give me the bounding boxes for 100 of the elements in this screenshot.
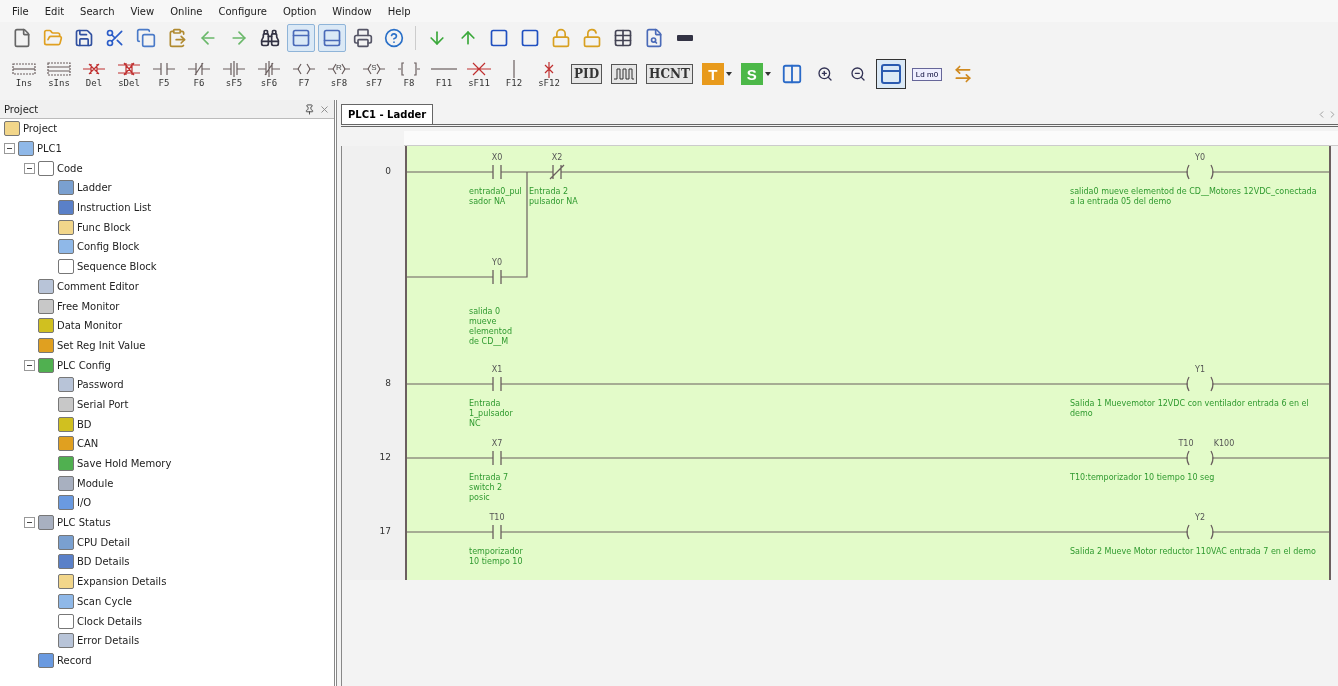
tree-item[interactable]: CAN <box>77 438 99 450</box>
coil-address: Y0 <box>1195 153 1205 162</box>
tree-node-icon <box>58 554 74 570</box>
tree-node-icon <box>58 396 74 412</box>
tree-item[interactable]: Scan Cycle <box>77 595 132 607</box>
tree-item[interactable]: Module <box>77 477 114 489</box>
tree-item[interactable]: Save Hold Memory <box>77 458 172 470</box>
document-search-icon <box>644 28 664 48</box>
tree-node-icon <box>58 633 74 649</box>
collapse-icon[interactable] <box>4 143 15 155</box>
tool-button[interactable]: Ld m0 <box>908 59 946 89</box>
lock-icon <box>551 28 571 48</box>
ladder-key-button[interactable]: F5 <box>148 56 180 92</box>
tree-node-icon <box>58 377 74 393</box>
tree-item[interactable]: Expansion Details <box>77 576 167 588</box>
tree-item[interactable]: Func Block <box>77 221 131 233</box>
tree-item[interactable]: Error Details <box>77 635 140 647</box>
pulse-wave-icon <box>611 64 638 84</box>
menu-item[interactable]: View <box>124 3 161 19</box>
tree-item[interactable]: Password <box>77 379 124 391</box>
printer-icon <box>353 28 373 48</box>
ladder-key-button[interactable]: Del <box>78 56 110 92</box>
ladder-key-button[interactable]: sF5 <box>218 56 250 92</box>
tree-item[interactable]: Clock Details <box>77 615 142 627</box>
ladder-key-button[interactable]: sF6 <box>253 56 285 92</box>
pin-icon[interactable] <box>304 103 315 115</box>
menu-item[interactable]: Online <box>164 3 209 19</box>
paste-icon <box>167 28 187 48</box>
coil-operand: K100 <box>1213 439 1235 448</box>
tree-item[interactable]: Code <box>57 162 83 174</box>
square-icon <box>489 28 509 48</box>
menu-item[interactable]: Edit <box>38 3 71 19</box>
close-icon[interactable] <box>319 103 330 115</box>
binoculars-icon <box>260 28 280 48</box>
tree-item[interactable]: BD <box>77 418 92 430</box>
tree-item[interactable]: Serial Port <box>77 398 129 410</box>
tree-item[interactable]: Ladder <box>77 182 112 194</box>
menu-item[interactable]: Help <box>381 3 417 19</box>
menu-item[interactable]: Option <box>276 3 323 19</box>
tree-item[interactable]: Set Reg Init Value <box>57 339 146 351</box>
new-file-icon <box>12 28 32 48</box>
menu-item[interactable]: File <box>6 3 35 19</box>
ladder-key-button[interactable]: F8 <box>393 56 425 92</box>
ladder-key-button[interactable]: F12 <box>498 56 530 92</box>
normally-open-contact <box>492 450 502 466</box>
tree-item[interactable]: Project <box>23 123 58 135</box>
normally-closed-contact <box>549 164 565 180</box>
ladder-key-button[interactable]: Ins <box>8 56 40 92</box>
collapse-icon[interactable] <box>24 359 35 371</box>
tree-node-icon <box>38 357 54 373</box>
ladder-symbol-icon <box>45 60 73 78</box>
normally-open-contact <box>492 269 502 285</box>
tree-item[interactable]: Data Monitor <box>57 320 123 332</box>
ladder-symbol-icon <box>185 60 213 78</box>
caret-icon <box>725 72 732 76</box>
tree-item[interactable]: Sequence Block <box>77 261 157 273</box>
collapse-icon[interactable] <box>24 517 35 529</box>
editor-tab[interactable]: PLC1 - Ladder <box>341 104 434 124</box>
contact-address: X2 <box>551 153 563 162</box>
coil-comment: Salida 1 Muevemotor 12VDC con ventilador entrada 6 en el demo <box>1070 399 1310 419</box>
ladder-key-button[interactable]: sIns <box>43 56 75 92</box>
scissors-icon <box>105 28 125 48</box>
ladder-symbol-icon <box>150 60 178 78</box>
ladder-key-button[interactable]: sF11 <box>463 56 495 92</box>
collapse-icon[interactable] <box>24 162 35 174</box>
tree-node-icon <box>58 180 74 196</box>
menu-item[interactable]: Configure <box>212 3 273 19</box>
tree-item[interactable]: PLC Status <box>57 517 111 529</box>
menu-item[interactable]: Search <box>74 3 121 19</box>
tree-node-icon <box>58 219 74 235</box>
tree-item[interactable]: Comment Editor <box>57 280 139 292</box>
tool-button[interactable] <box>875 59 906 89</box>
ladder-key-button[interactable]: S sF7 <box>358 56 390 92</box>
ladder-key-button[interactable]: sF12 <box>533 56 565 92</box>
tree-item[interactable]: Record <box>57 654 92 666</box>
coil-letter: R <box>336 63 342 72</box>
tree-item[interactable]: PLC Config <box>57 359 111 371</box>
tree-node-icon <box>38 278 54 294</box>
tree-item[interactable]: BD Details <box>77 556 130 568</box>
ladder-key-button[interactable]: F6 <box>183 56 215 92</box>
folder-icon <box>43 28 63 48</box>
menu-item[interactable]: Window <box>326 3 378 19</box>
tree-node-icon <box>58 259 74 275</box>
tree-item[interactable]: Instruction List <box>77 202 152 214</box>
tree-item[interactable]: PLC1 <box>37 143 62 155</box>
tree-item[interactable]: CPU Detail <box>77 536 130 548</box>
tree-item[interactable]: Free Monitor <box>57 300 120 312</box>
ladder-key-button[interactable]: R sF8 <box>323 56 355 92</box>
ladder-key-button[interactable]: F11 <box>428 56 460 92</box>
caret-icon <box>764 72 771 76</box>
tree-node-icon <box>38 160 54 176</box>
tree-item[interactable]: Config Block <box>77 241 140 253</box>
ladder-key-button[interactable]: F7 <box>288 56 320 92</box>
tree-node-icon <box>58 475 74 491</box>
tree-item[interactable]: I/O <box>77 497 92 509</box>
tree-node-icon <box>58 534 74 550</box>
tree-node-icon <box>58 495 74 511</box>
tree-node-icon <box>58 593 74 609</box>
contact-comment: salida 0 mueve elementod de CD__M <box>469 307 513 347</box>
ladder-key-button[interactable]: sDel <box>113 56 145 92</box>
